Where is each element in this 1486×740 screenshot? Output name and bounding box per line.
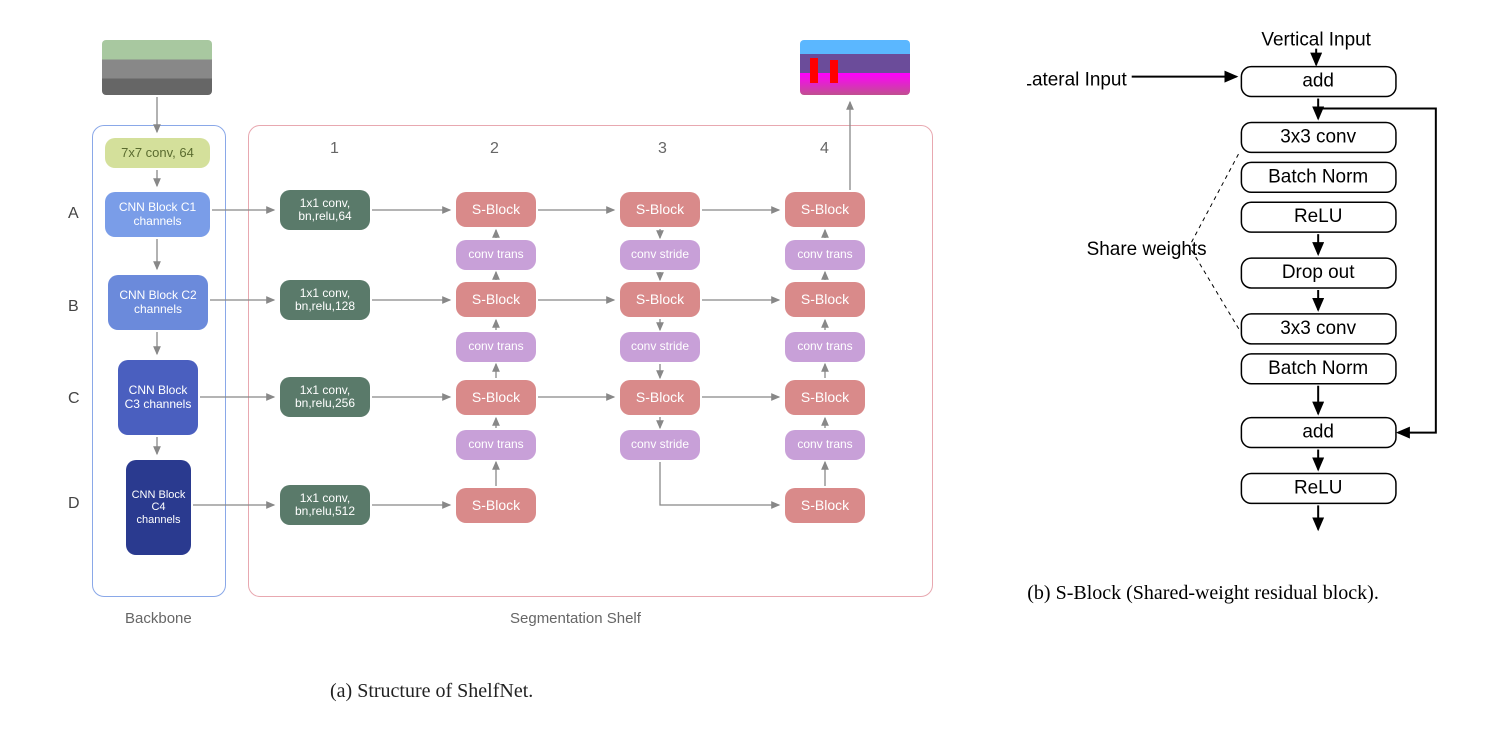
- col-label-1: 1: [330, 140, 339, 158]
- conv-stride-3cd: conv stride: [620, 430, 700, 460]
- svg-text:3x3 conv: 3x3 conv: [1281, 318, 1357, 339]
- conv1x1-64: 1x1 conv, bn,relu,64: [280, 190, 370, 230]
- svg-text:Batch Norm: Batch Norm: [1268, 358, 1368, 379]
- sblock-2a: S-Block: [456, 192, 536, 227]
- col-label-3: 3: [658, 140, 667, 158]
- row-label-d: D: [68, 495, 80, 513]
- label-vertical-input: Vertical Input: [1262, 30, 1372, 51]
- svg-text:Batch Norm: Batch Norm: [1268, 166, 1368, 187]
- sblock-2d: S-Block: [456, 488, 536, 523]
- conv1x1-128: 1x1 conv, bn,relu,128: [280, 280, 370, 320]
- svg-text:add: add: [1303, 71, 1335, 92]
- caption-b: (b) S-Block (Shared-weight residual bloc…: [1027, 580, 1466, 606]
- svg-text:3x3 conv: 3x3 conv: [1281, 126, 1357, 147]
- conv-trans-4bc: conv trans: [785, 332, 865, 362]
- input-image-thumb: [102, 40, 212, 95]
- sblock-diagram: Vertical Input Lateral Input add 3x3 con…: [1027, 20, 1466, 606]
- cnn-block-c3: CNN Block C3 channels: [118, 360, 198, 435]
- conv1x1-256: 1x1 conv, bn,relu,256: [280, 377, 370, 417]
- conv-trans-2ab: conv trans: [456, 240, 536, 270]
- caption-a: (a) Structure of ShelfNet.: [330, 680, 533, 703]
- svg-text:ReLU: ReLU: [1294, 477, 1342, 498]
- conv-7x7-block: 7x7 conv, 64: [105, 138, 210, 168]
- sblock-4c: S-Block: [785, 380, 865, 415]
- label-share-weights: Share weights: [1087, 239, 1207, 260]
- sblock-3b: S-Block: [620, 282, 700, 317]
- cnn-block-c4: CNN Block C4 channels: [126, 460, 191, 555]
- col-label-4: 4: [820, 140, 829, 158]
- sblock-4d: S-Block: [785, 488, 865, 523]
- shelfnet-structure-diagram: A B C D 1 2 3 4 7x7 conv, 64 CNN Block C…: [20, 20, 987, 720]
- sblock-boxes: add 3x3 conv Batch Norm ReLU Drop out 3x…: [1242, 67, 1397, 504]
- sblock-4a: S-Block: [785, 192, 865, 227]
- row-label-a: A: [68, 205, 79, 223]
- sblock-2c: S-Block: [456, 380, 536, 415]
- row-label-b: B: [68, 298, 79, 316]
- sblock-3c: S-Block: [620, 380, 700, 415]
- conv-trans-4cd: conv trans: [785, 430, 865, 460]
- output-image-thumb: [800, 40, 910, 95]
- shelf-label: Segmentation Shelf: [510, 610, 641, 627]
- svg-text:add: add: [1303, 422, 1335, 443]
- svg-text:Drop out: Drop out: [1282, 262, 1355, 283]
- conv-trans-4ab: conv trans: [785, 240, 865, 270]
- conv-stride-3ab: conv stride: [620, 240, 700, 270]
- svg-text:ReLU: ReLU: [1294, 206, 1342, 227]
- conv-stride-3bc: conv stride: [620, 332, 700, 362]
- conv-trans-2cd: conv trans: [456, 430, 536, 460]
- conv-trans-2bc: conv trans: [456, 332, 536, 362]
- backbone-label: Backbone: [125, 610, 192, 627]
- label-lateral-input: Lateral Input: [1027, 70, 1127, 91]
- sblock-2b: S-Block: [456, 282, 536, 317]
- sblock-4b: S-Block: [785, 282, 865, 317]
- col-label-2: 2: [490, 140, 499, 158]
- cnn-block-c1: CNN Block C1 channels: [105, 192, 210, 237]
- sblock-3a: S-Block: [620, 192, 700, 227]
- conv1x1-512: 1x1 conv, bn,relu,512: [280, 485, 370, 525]
- cnn-block-c2: CNN Block C2 channels: [108, 275, 208, 330]
- row-label-c: C: [68, 390, 80, 408]
